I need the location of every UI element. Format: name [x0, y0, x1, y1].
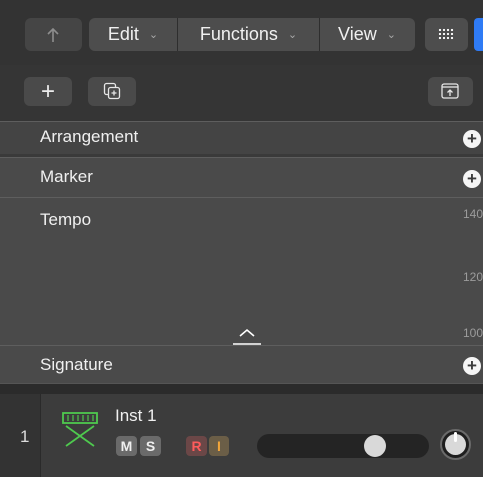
export-button[interactable] — [428, 77, 473, 106]
selected-tab-indicator[interactable] — [474, 18, 483, 51]
grid-view-button[interactable] — [425, 18, 468, 51]
volume-slider-thumb[interactable] — [364, 435, 387, 457]
input-monitoring-button[interactable]: I — [209, 436, 229, 456]
add-track-button[interactable]: + — [24, 77, 72, 106]
global-track-marker[interactable]: Marker + — [0, 157, 483, 197]
track-number: 1 — [20, 427, 30, 446]
global-track-signature[interactable]: Signature + — [0, 345, 483, 383]
pan-knob-cap — [445, 434, 466, 455]
arrangement-label: Arrangement — [40, 127, 139, 146]
menu-view[interactable]: View ⌄ — [320, 18, 414, 51]
tempo-tick-label: 120 — [462, 270, 483, 284]
menu-edit-label: Edit — [107, 24, 139, 44]
chevron-down-icon: ⌄ — [386, 29, 396, 41]
tempo-label: Tempo — [40, 210, 92, 229]
plus-icon: + — [40, 78, 55, 105]
mute-button[interactable]: M — [116, 436, 137, 456]
catch-playhead-icon — [47, 27, 59, 42]
track-list: 1 Inst 1 M S R I — [0, 383, 483, 477]
marker-label: Marker — [40, 167, 93, 186]
add-arrangement-icon[interactable]: + — [463, 130, 481, 148]
global-track-tempo[interactable]: Tempo 140 120 100 — [0, 197, 483, 345]
solo-button[interactable]: S — [140, 436, 161, 456]
pan-knob[interactable] — [440, 429, 471, 460]
chevron-down-icon: ⌄ — [287, 29, 298, 41]
volume-slider[interactable] — [257, 434, 429, 458]
menu-edit[interactable]: Edit ⌄ — [89, 18, 177, 51]
track-header[interactable]: 1 Inst 1 M S R I — [0, 394, 483, 477]
global-track-arrangement[interactable]: Arrangement + — [0, 121, 483, 154]
record-enable-button[interactable]: R — [186, 436, 207, 456]
menu-functions-label: Functions — [199, 24, 278, 44]
keyboard-instrument-icon — [62, 412, 98, 447]
signature-label: Signature — [40, 355, 113, 374]
duplicate-track-button[interactable] — [88, 77, 136, 106]
chevron-down-icon: ⌄ — [148, 29, 159, 41]
track-header-toolbar: + — [0, 65, 483, 121]
tempo-tick-label: 100 — [462, 326, 483, 340]
add-signature-icon[interactable]: + — [463, 357, 481, 375]
menu-group: Edit ⌄ Functions ⌄ View ⌄ — [89, 18, 415, 51]
menu-view-label: View — [338, 24, 377, 44]
track-name[interactable]: Inst 1 — [115, 406, 157, 426]
track-number-cell: 1 — [0, 394, 41, 477]
menu-bar: Edit ⌄ Functions ⌄ View ⌄ — [0, 0, 483, 65]
duplicate-track-icon — [103, 82, 121, 100]
catch-playhead-button[interactable] — [25, 18, 82, 51]
view-grid-icon — [438, 28, 454, 40]
menu-functions[interactable]: Functions ⌄ — [178, 18, 319, 51]
add-marker-icon[interactable]: + — [463, 170, 481, 188]
export-icon — [441, 83, 459, 99]
tempo-tick-label: 140 — [462, 207, 483, 221]
